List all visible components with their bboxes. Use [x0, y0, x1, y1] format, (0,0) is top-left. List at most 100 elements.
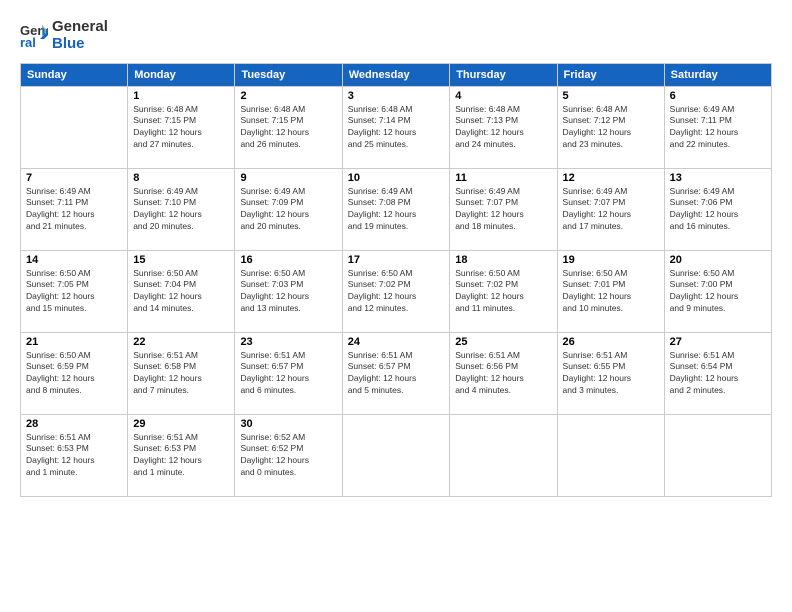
calendar-header-wednesday: Wednesday — [342, 63, 450, 86]
day-number: 14 — [26, 254, 122, 266]
day-number: 15 — [133, 254, 229, 266]
calendar-cell: 11 Sunrise: 6:49 AM Sunset: 7:07 PM Dayli… — [450, 168, 557, 250]
calendar-cell: 17 Sunrise: 6:50 AM Sunset: 7:02 PM Dayli… — [342, 250, 450, 332]
day-number: 8 — [133, 172, 229, 184]
day-info: Sunrise: 6:51 AM Sunset: 6:57 PM Dayligh… — [240, 350, 336, 398]
day-number: 16 — [240, 254, 336, 266]
day-number: 22 — [133, 336, 229, 348]
calendar-cell: 13Sunrise: 6:49 AM Sunset: 7:06 PM Dayli… — [664, 168, 771, 250]
calendar-cell: 26 Sunrise: 6:51 AM Sunset: 6:55 PM Dayli… — [557, 332, 664, 414]
day-info: Sunrise: 6:49 AM Sunset: 7:07 PM Dayligh… — [455, 186, 551, 234]
day-number: 26 — [563, 336, 659, 348]
day-info: Sunrise: 6:49 AM Sunset: 7:11 PM Dayligh… — [26, 186, 122, 234]
day-info: Sunrise: 6:50 AM Sunset: 7:02 PM Dayligh… — [455, 268, 551, 316]
day-info: Sunrise: 6:50 AM Sunset: 7:04 PM Dayligh… — [133, 268, 229, 316]
calendar-cell: 25 Sunrise: 6:51 AM Sunset: 6:56 PM Dayli… — [450, 332, 557, 414]
day-info: Sunrise: 6:49 AM Sunset: 7:08 PM Dayligh… — [348, 186, 445, 234]
calendar-cell: 1 Sunrise: 6:48 AM Sunset: 7:15 PM Daylig… — [128, 86, 235, 168]
calendar-cell: 29 Sunrise: 6:51 AM Sunset: 6:53 PM Dayli… — [128, 414, 235, 496]
logo: Gene ral General Blue — [20, 18, 108, 53]
logo-blue: Blue — [52, 35, 108, 52]
calendar-cell: 20Sunrise: 6:50 AM Sunset: 7:00 PM Dayli… — [664, 250, 771, 332]
day-info: Sunrise: 6:51 AM Sunset: 6:53 PM Dayligh… — [26, 432, 122, 480]
calendar-cell: 2Sunrise: 6:48 AM Sunset: 7:15 PM Daylig… — [235, 86, 342, 168]
day-info: Sunrise: 6:49 AM Sunset: 7:07 PM Dayligh… — [563, 186, 659, 234]
day-number: 24 — [348, 336, 445, 348]
day-info: Sunrise: 6:51 AM Sunset: 6:58 PM Dayligh… — [133, 350, 229, 398]
day-info: Sunrise: 6:50 AM Sunset: 7:01 PM Dayligh… — [563, 268, 659, 316]
day-info: Sunrise: 6:50 AM Sunset: 7:03 PM Dayligh… — [240, 268, 336, 316]
calendar-cell: 19 Sunrise: 6:50 AM Sunset: 7:01 PM Dayli… — [557, 250, 664, 332]
calendar-week-1: 1 Sunrise: 6:48 AM Sunset: 7:15 PM Daylig… — [21, 86, 772, 168]
day-number: 11 — [455, 172, 551, 184]
calendar-cell: 18 Sunrise: 6:50 AM Sunset: 7:02 PM Dayli… — [450, 250, 557, 332]
day-number: 1 — [133, 90, 229, 102]
day-number: 5 — [563, 90, 659, 102]
calendar-table: SundayMondayTuesdayWednesdayThursdayFrid… — [20, 63, 772, 497]
logo-icon: Gene ral — [20, 21, 48, 49]
calendar-header-friday: Friday — [557, 63, 664, 86]
calendar-cell: 5 Sunrise: 6:48 AM Sunset: 7:12 PM Daylig… — [557, 86, 664, 168]
calendar-cell: 12 Sunrise: 6:49 AM Sunset: 7:07 PM Dayli… — [557, 168, 664, 250]
calendar-header-thursday: Thursday — [450, 63, 557, 86]
svg-text:ral: ral — [20, 35, 36, 49]
day-info: Sunrise: 6:50 AM Sunset: 6:59 PM Dayligh… — [26, 350, 122, 398]
day-number: 17 — [348, 254, 445, 266]
day-info: Sunrise: 6:50 AM Sunset: 7:02 PM Dayligh… — [348, 268, 445, 316]
calendar-cell — [342, 414, 450, 496]
day-number: 10 — [348, 172, 445, 184]
day-number: 28 — [26, 418, 122, 430]
day-number: 6 — [670, 90, 766, 102]
day-number: 13 — [670, 172, 766, 184]
calendar-week-3: 14 Sunrise: 6:50 AM Sunset: 7:05 PM Dayli… — [21, 250, 772, 332]
calendar-header-tuesday: Tuesday — [235, 63, 342, 86]
calendar-cell: 28 Sunrise: 6:51 AM Sunset: 6:53 PM Dayli… — [21, 414, 128, 496]
calendar-header-sunday: Sunday — [21, 63, 128, 86]
calendar-cell — [450, 414, 557, 496]
day-info: Sunrise: 6:51 AM Sunset: 6:54 PM Dayligh… — [670, 350, 766, 398]
day-info: Sunrise: 6:48 AM Sunset: 7:15 PM Dayligh… — [240, 104, 336, 152]
calendar-cell: 30 Sunrise: 6:52 AM Sunset: 6:52 PM Dayli… — [235, 414, 342, 496]
day-number: 12 — [563, 172, 659, 184]
calendar-cell: 7 Sunrise: 6:49 AM Sunset: 7:11 PM Daylig… — [21, 168, 128, 250]
calendar-cell: 23 Sunrise: 6:51 AM Sunset: 6:57 PM Dayli… — [235, 332, 342, 414]
day-info: Sunrise: 6:51 AM Sunset: 6:53 PM Dayligh… — [133, 432, 229, 480]
day-info: Sunrise: 6:51 AM Sunset: 6:55 PM Dayligh… — [563, 350, 659, 398]
day-info: Sunrise: 6:49 AM Sunset: 7:10 PM Dayligh… — [133, 186, 229, 234]
day-info: Sunrise: 6:48 AM Sunset: 7:14 PM Dayligh… — [348, 104, 445, 152]
day-info: Sunrise: 6:48 AM Sunset: 7:12 PM Dayligh… — [563, 104, 659, 152]
calendar-week-2: 7 Sunrise: 6:49 AM Sunset: 7:11 PM Daylig… — [21, 168, 772, 250]
calendar-header-row: SundayMondayTuesdayWednesdayThursdayFrid… — [21, 63, 772, 86]
day-info: Sunrise: 6:50 AM Sunset: 7:00 PM Dayligh… — [670, 268, 766, 316]
calendar-cell: 24 Sunrise: 6:51 AM Sunset: 6:57 PM Dayli… — [342, 332, 450, 414]
calendar-cell: 8 Sunrise: 6:49 AM Sunset: 7:10 PM Daylig… — [128, 168, 235, 250]
day-number: 19 — [563, 254, 659, 266]
day-info: Sunrise: 6:48 AM Sunset: 7:13 PM Dayligh… — [455, 104, 551, 152]
day-number: 23 — [240, 336, 336, 348]
day-number: 29 — [133, 418, 229, 430]
day-info: Sunrise: 6:50 AM Sunset: 7:05 PM Dayligh… — [26, 268, 122, 316]
day-info: Sunrise: 6:51 AM Sunset: 6:56 PM Dayligh… — [455, 350, 551, 398]
calendar-cell — [21, 86, 128, 168]
day-info: Sunrise: 6:49 AM Sunset: 7:11 PM Dayligh… — [670, 104, 766, 152]
calendar-week-4: 21 Sunrise: 6:50 AM Sunset: 6:59 PM Dayli… — [21, 332, 772, 414]
day-info: Sunrise: 6:48 AM Sunset: 7:15 PM Dayligh… — [133, 104, 229, 152]
day-number: 27 — [670, 336, 766, 348]
calendar-cell: 27 Sunrise: 6:51 AM Sunset: 6:54 PM Dayli… — [664, 332, 771, 414]
calendar-cell — [557, 414, 664, 496]
calendar-cell: 6 Sunrise: 6:49 AM Sunset: 7:11 PM Daylig… — [664, 86, 771, 168]
header: Gene ral General Blue — [20, 18, 772, 53]
day-number: 21 — [26, 336, 122, 348]
calendar-cell: 14 Sunrise: 6:50 AM Sunset: 7:05 PM Dayli… — [21, 250, 128, 332]
calendar-week-5: 28 Sunrise: 6:51 AM Sunset: 6:53 PM Dayli… — [21, 414, 772, 496]
day-info: Sunrise: 6:52 AM Sunset: 6:52 PM Dayligh… — [240, 432, 336, 480]
day-number: 30 — [240, 418, 336, 430]
day-info: Sunrise: 6:49 AM Sunset: 7:09 PM Dayligh… — [240, 186, 336, 234]
calendar-cell: 22 Sunrise: 6:51 AM Sunset: 6:58 PM Dayli… — [128, 332, 235, 414]
day-number: 7 — [26, 172, 122, 184]
day-number: 25 — [455, 336, 551, 348]
calendar-cell — [664, 414, 771, 496]
day-number: 18 — [455, 254, 551, 266]
calendar-header-saturday: Saturday — [664, 63, 771, 86]
day-info: Sunrise: 6:51 AM Sunset: 6:57 PM Dayligh… — [348, 350, 445, 398]
